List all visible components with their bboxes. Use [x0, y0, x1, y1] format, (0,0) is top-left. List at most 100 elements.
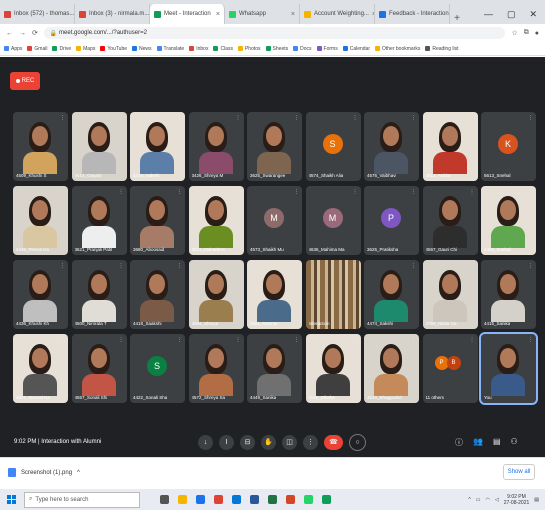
participant-tile[interactable]: S ⋮ 4574_Shaikh Alia [305, 112, 361, 181]
powerpoint-icon[interactable] [286, 495, 295, 504]
participant-tile[interactable]: ⋮ 4601_Manasi Ka [13, 334, 68, 403]
browser-tab[interactable]: Inbox (572) - thomas...× [0, 4, 75, 24]
captions-icon[interactable]: Ⅰ [219, 434, 234, 450]
participant-tile[interactable]: P ⋮ 3625_Pratiksha [364, 186, 419, 255]
back-icon[interactable]: ← [6, 30, 13, 37]
taskbar-search-box[interactable]: ⌕ Type here to search [24, 491, 140, 508]
people-icon[interactable]: 👥 [473, 437, 483, 448]
bookmark-item[interactable]: Reading list [425, 46, 459, 52]
forward-icon[interactable]: → [19, 30, 26, 37]
present-icon[interactable]: ⊟ [240, 434, 255, 450]
wifi-icon[interactable]: ◠ [485, 497, 489, 503]
participant-tile[interactable]: ⋮ 4415_Sakshi [130, 112, 185, 181]
participant-tile[interactable]: ⋮ You [479, 332, 538, 405]
maximize-icon[interactable]: ▢ [507, 9, 516, 20]
participant-tile[interactable]: ⋮ 4436_Prerna Ka [13, 186, 68, 255]
volume-icon[interactable]: ◁ [495, 497, 499, 503]
close-tab-icon[interactable]: × [216, 11, 220, 18]
bookmark-item[interactable]: Photos [237, 46, 261, 52]
bookmark-item[interactable]: Calendar [342, 46, 370, 52]
windows-start-icon[interactable] [7, 495, 16, 504]
meet-icon[interactable] [322, 495, 331, 504]
activities-panel-icon[interactable]: ⚇ [511, 437, 518, 448]
bookmark-item[interactable]: Translate [156, 46, 184, 52]
excel-icon[interactable] [268, 495, 277, 504]
participant-tile[interactable]: ⋮ 4449_Sanika [247, 334, 302, 403]
browser-tab[interactable]: Meet - Interaction × [150, 4, 225, 24]
participant-tile[interactable]: ⋮ 4572_Shreya Sa [188, 334, 244, 403]
new-tab-button[interactable]: + [450, 13, 464, 24]
more-options-icon[interactable]: ⋮ [303, 434, 318, 450]
url-field[interactable]: 🔒 meet.google.com/.../?authuser=2 [43, 27, 506, 39]
battery-icon[interactable]: ▭ [476, 497, 481, 503]
chevron-up-icon[interactable]: ^ [77, 470, 80, 476]
bookmark-item[interactable]: Sheets [265, 46, 288, 52]
participant-tile[interactable]: ⋮ 3521_Mahadevn [188, 186, 244, 255]
participant-tile[interactable]: ⋮ 3625_Swarangee [247, 112, 302, 181]
hand-icon[interactable]: ✋ [261, 434, 276, 450]
show-all-button[interactable]: Show all [503, 464, 535, 480]
participant-tile[interactable]: ⋮ 4540_Bhagyashri [364, 334, 419, 403]
minimize-icon[interactable]: — [484, 9, 493, 19]
participant-tile[interactable]: ⋮ 4436_Khushi Kh [13, 260, 68, 329]
bookmark-item[interactable]: Docs [293, 46, 312, 52]
bookmark-item[interactable]: YouTube [100, 46, 127, 52]
taskbar-clock[interactable]: 9:02 PM 27-08-2021 [504, 494, 530, 506]
download-item[interactable]: Screenshot (1).png ^ [8, 468, 80, 477]
extensions-icon[interactable]: ⧉ [524, 29, 529, 37]
participant-tile[interactable]: ⋮ 4414_Gayatri [71, 112, 127, 181]
bookmark-item[interactable]: Other bookmarks [375, 46, 420, 52]
whatsapp-icon[interactable] [304, 495, 313, 504]
participant-tile[interactable]: ⋮ 4576_Vaibhavi [364, 112, 419, 181]
participant-tile[interactable]: ⋮ 4567_Gauri Chi [422, 186, 478, 255]
participant-tile[interactable]: ⋮ 3426_Shreya M [188, 112, 244, 181]
bookmark-item[interactable]: Maps [76, 46, 95, 52]
browser-tab[interactable]: Whatsapp × [225, 4, 300, 24]
participant-tile[interactable]: ⋮ 4528_Diksha [305, 334, 361, 403]
notification-icon[interactable]: ▤ [534, 497, 539, 503]
participant-tile[interactable]: K ⋮ 5613_Snehal [481, 112, 536, 181]
participant-tile[interactable]: ⋮ 4509_Khushi S [13, 112, 68, 181]
profile-icon[interactable]: ● [535, 30, 539, 37]
task-view-icon[interactable] [160, 495, 169, 504]
bookmark-item[interactable]: Gmail [27, 46, 47, 52]
participant-tile[interactable]: ⋮ 4418_Saakshi [130, 260, 185, 329]
participant-tile[interactable]: ⋮ 4561_Mannat [247, 260, 302, 329]
tray-chevron-icon[interactable]: ^ [468, 497, 470, 503]
activities-icon[interactable]: ○ [349, 433, 366, 451]
participant-tile[interactable]: M ⋮ 4636_Mahima Ma [305, 186, 361, 255]
participant-tile[interactable]: ⋮ 4613_Ankita [422, 112, 478, 181]
word-icon[interactable] [250, 495, 259, 504]
layout-icon[interactable]: ◫ [282, 434, 297, 450]
bookmark-item[interactable]: Forms [316, 46, 338, 52]
star-icon[interactable]: ☆ [511, 29, 517, 37]
participant-tile[interactable]: ⋮ 4500_Nimrata T [71, 260, 127, 329]
participant-tile[interactable]: ⋮ Interaction [305, 260, 361, 329]
participant-tile[interactable]: ⋮ 4760_Nikita Ga [422, 260, 478, 329]
close-tab-icon[interactable]: × [291, 11, 295, 18]
info-icon[interactable]: ⓘ [455, 437, 463, 448]
participant-tile[interactable]: ⋮ 3680_Aboosaid [130, 186, 185, 255]
edge-icon[interactable] [196, 495, 205, 504]
bookmark-item[interactable]: Inbox [189, 46, 208, 52]
store-icon[interactable] [232, 495, 241, 504]
browser-tab[interactable]: Feedback - Interaction× [375, 4, 450, 24]
browser-tab[interactable]: Account Weighting...× [300, 4, 375, 24]
chat-icon[interactable]: ▤ [493, 437, 501, 448]
participant-tile[interactable]: S ⋮ 4422_Sonali Sha [130, 334, 185, 403]
participant-tile[interactable]: ⋮ 4474_Sakshi [364, 260, 419, 329]
raise-hand-icon[interactable]: ↓ [198, 434, 213, 450]
bookmark-item[interactable]: Apps [4, 46, 22, 52]
browser-tab[interactable]: Inbox (3) - nirmala.m...× [75, 4, 150, 24]
bookmark-item[interactable]: Class [213, 46, 233, 52]
participant-tile[interactable]: ⋮ 3621_Pranjali Patil [71, 186, 127, 255]
reload-icon[interactable]: ⟳ [32, 29, 38, 37]
participant-tile[interactable]: M ⋮ 4573_Shaikh Mu [247, 186, 302, 255]
end-call-icon[interactable]: ☎ [324, 434, 343, 450]
participant-tile[interactable]: P B ⋮ 11 others [422, 334, 478, 403]
bookmark-item[interactable]: News [132, 46, 152, 52]
participant-tile[interactable]: ⋮ 4557_Sonali Shi [71, 334, 127, 403]
close-window-icon[interactable]: ✕ [529, 9, 537, 20]
participant-tile[interactable]: ⋮ 4455_Snehal [481, 186, 536, 255]
participant-tile[interactable]: ⋮ 4415_Sanika [481, 260, 536, 329]
